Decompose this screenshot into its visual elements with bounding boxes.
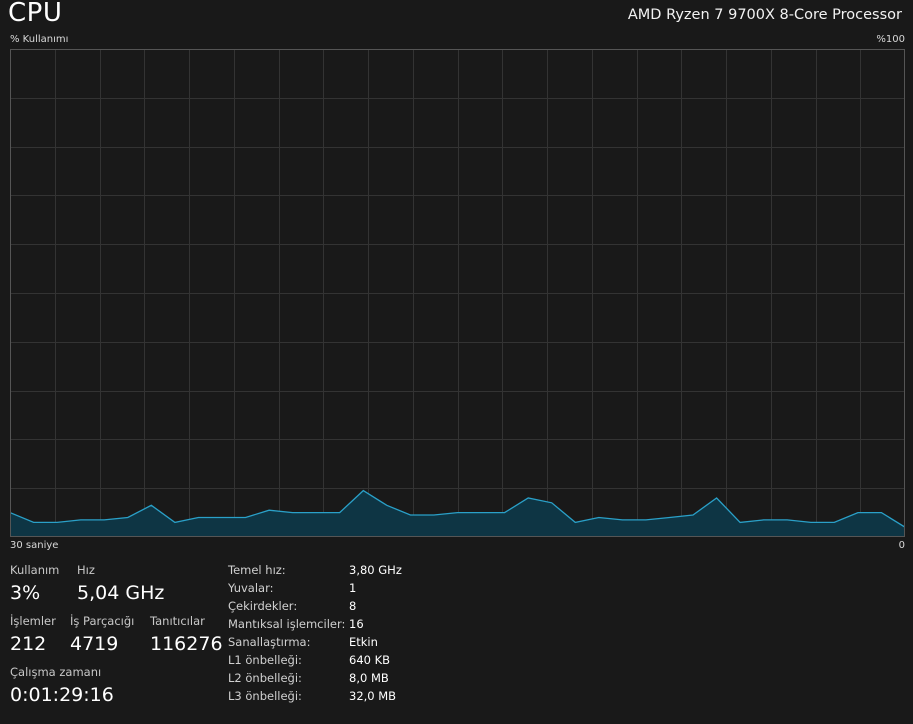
utilization-label: Kullanım	[10, 563, 60, 577]
spec-value-logical-processors: 16	[349, 617, 364, 631]
graph-y-label: % Kullanımı	[10, 34, 69, 45]
cpu-usage-graph-svg	[10, 49, 905, 537]
threads-value: 4719	[70, 633, 119, 655]
handles-value: 116276	[150, 633, 223, 655]
spec-value-sockets: 1	[349, 581, 357, 595]
processes-value: 212	[10, 633, 47, 655]
processes-label: İşlemler	[10, 614, 56, 628]
spec-label-cores: Çekirdekler:	[228, 599, 298, 613]
speed-label: Hız	[77, 563, 95, 577]
uptime-label: Çalışma zamanı	[10, 665, 102, 679]
speed-value: 5,04 GHz	[77, 582, 165, 604]
spec-label-logical-processors: Mantıksal işlemciler:	[228, 617, 346, 631]
cpu-usage-graph	[10, 49, 905, 537]
page-title: CPU	[8, 0, 63, 28]
spec-label-virtualization: Sanallaştırma:	[228, 635, 311, 649]
spec-value-virtualization: Etkin	[349, 635, 378, 649]
graph-y-max-label: %100	[876, 34, 905, 45]
spec-value-base-speed: 3,80 GHz	[349, 563, 402, 577]
graph-x-min-label: 0	[898, 540, 905, 551]
utilization-value: 3%	[10, 582, 41, 604]
processor-name: AMD Ryzen 7 9700X 8-Core Processor	[627, 7, 902, 23]
spec-label-l3-cache: L3 önbelleği:	[228, 689, 302, 703]
handles-label: Tanıtıcılar	[150, 614, 205, 628]
spec-value-l1-cache: 640 KB	[349, 653, 391, 667]
uptime-value: 0:01:29:16	[10, 684, 114, 706]
spec-value-l2-cache: 8,0 MB	[349, 671, 389, 685]
threads-label: İş Parçacığı	[70, 614, 135, 628]
graph-x-label: 30 saniye	[10, 540, 59, 551]
spec-value-l3-cache: 32,0 MB	[349, 689, 397, 703]
spec-label-l1-cache: L1 önbelleği:	[228, 653, 302, 667]
spec-value-cores: 8	[349, 599, 357, 613]
spec-label-l2-cache: L2 önbelleği:	[228, 671, 302, 685]
spec-label-base-speed: Temel hız:	[228, 563, 286, 577]
spec-label-sockets: Yuvalar:	[228, 581, 274, 595]
